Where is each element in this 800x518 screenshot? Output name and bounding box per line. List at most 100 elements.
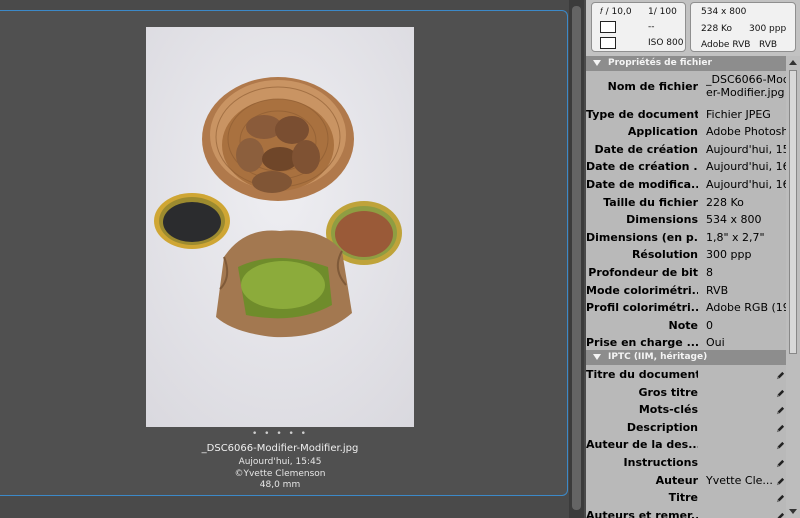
collapse-triangle-icon[interactable] xyxy=(593,60,601,66)
metadata-label: Gros titre xyxy=(638,385,698,399)
metadata-label: Nom de fichier xyxy=(607,80,698,93)
metadata-value[interactable]: RVB xyxy=(706,284,792,297)
metadata-label: Profil colorimétri... xyxy=(586,301,698,315)
metadata-scroll-thumb[interactable] xyxy=(789,70,797,354)
caption-filename: _DSC6066-Modifier-Modifier.jpg xyxy=(201,443,359,454)
metadata-label: Mots-clés xyxy=(638,403,698,417)
metadata-row: Taille du fichier 228 Ko xyxy=(586,195,786,213)
metadata-value[interactable]: Adobe RGB (19... xyxy=(706,301,792,314)
metadata-label: Instructions xyxy=(623,456,698,469)
scroll-down-icon[interactable] xyxy=(789,509,797,514)
metadata-label: Résolution xyxy=(631,248,698,262)
metadata-value[interactable]: Aujourd'hui, 16... xyxy=(706,160,792,173)
pencil-icon[interactable] xyxy=(776,389,785,398)
metadata-row: Auteur de la des... xyxy=(586,437,786,455)
metadata-label: Auteur xyxy=(655,473,698,487)
metadata-value[interactable]: 0 xyxy=(706,319,792,332)
metadata-row: Résolution 300 ppp xyxy=(586,247,786,265)
metadata-row: Nom de fichier _DSC6066-Modifi er-Modifie… xyxy=(586,72,786,99)
section-file-properties[interactable]: Propriétés de fichier xyxy=(586,56,786,71)
metadata-label: Application xyxy=(627,125,698,139)
metadata-placard: 𝑓 / 10,0 1/ 100 -- ISO 800 534 x 800 228… xyxy=(586,0,800,56)
section-iptc[interactable]: IPTC (IIM, héritage) xyxy=(586,350,786,365)
metadata-label: Taille du fichier xyxy=(603,195,698,209)
metadata-scrollbar[interactable] xyxy=(786,56,800,518)
metadata-value[interactable]: Aujourd'hui, 15... xyxy=(706,143,792,156)
size-value: 228 Ko xyxy=(701,24,732,34)
metadata-label: Prise en charge ... xyxy=(586,336,698,350)
metadata-value[interactable]: Oui xyxy=(706,336,792,349)
metadata-row: Auteur Yvette Cle... xyxy=(586,473,786,491)
metadata-row: Titre xyxy=(586,490,786,508)
caption-focal-length: 48,0 mm xyxy=(259,480,301,490)
metadata-row: Mode colorimétri... RVB xyxy=(586,283,786,301)
metadata-row: Dimensions (en p... 1,8" x 2,7" xyxy=(586,230,786,248)
metadata-row: Gros titre xyxy=(586,385,786,403)
metadata-value[interactable]: 1,8" x 2,7" xyxy=(706,231,792,244)
metadata-label: Mode colorimétri... xyxy=(586,283,698,297)
mode-value: RVB xyxy=(759,40,778,50)
pencil-icon[interactable] xyxy=(776,477,785,486)
pencil-icon[interactable] xyxy=(776,459,785,468)
pencil-icon[interactable] xyxy=(776,512,785,518)
metadata-label: Note xyxy=(668,318,698,332)
metadata-label: Dimensions xyxy=(626,213,698,227)
metadata-row: Profondeur de bit 8 xyxy=(586,265,786,283)
image-data-box: 534 x 800 228 Ko 300 ppp Adobe RVB RVB xyxy=(690,2,796,52)
section-title: Propriétés de fichier xyxy=(608,58,712,68)
pencil-icon[interactable] xyxy=(776,371,785,380)
shutter-value: 1/ 100 xyxy=(648,7,677,17)
metadata-row: Type de document Fichier JPEG xyxy=(586,107,786,125)
caption-author: ©Yvette Clemenson xyxy=(234,469,326,479)
pencil-icon[interactable] xyxy=(776,406,785,415)
preview-panel: • • • • • _DSC6066-Modifier-Modifier.jpg… xyxy=(0,10,568,496)
profile-value: Adobe RVB xyxy=(701,40,751,50)
metadata-label: Type de document xyxy=(586,107,698,121)
resolution-value: 300 ppp xyxy=(749,24,787,34)
metadata-row: Date de création Aujourd'hui, 15... xyxy=(586,142,792,160)
metadata-row: Instructions xyxy=(586,455,786,473)
aperture-value: 𝑓 / 10,0 xyxy=(600,7,632,17)
metadata-value[interactable]: Adobe Photosh... xyxy=(706,125,792,138)
metadata-label: Dimensions (en p... xyxy=(586,230,698,244)
metadata-row: Date de modifica... Aujourd'hui, 16... xyxy=(586,177,792,195)
metadata-label: Profondeur de bit xyxy=(588,266,698,279)
iso-value: ISO 800 xyxy=(648,38,684,48)
metadata-label: Titre xyxy=(668,491,698,505)
metadata-row: Application Adobe Photosh... xyxy=(586,124,792,142)
metadata-row: Date de création ... Aujourd'hui, 16... xyxy=(586,159,792,177)
metadata-value[interactable]: Aujourd'hui, 16... xyxy=(706,178,792,191)
metadata-row: Note 0 xyxy=(586,318,786,336)
metadata-row: Auteurs et remer... xyxy=(586,508,786,518)
preview-scroll-thumb[interactable] xyxy=(572,6,581,510)
camera-data-box: 𝑓 / 10,0 1/ 100 -- ISO 800 xyxy=(591,2,686,52)
caption-date: Aujourd'hui, 15:45 xyxy=(238,457,322,467)
preview-scrollbar[interactable] xyxy=(569,0,584,518)
metadata-value[interactable]: 228 Ko xyxy=(706,196,792,209)
metadata-row: Profil colorimétri... Adobe RGB (19... xyxy=(586,300,792,318)
metadata-label: Titre du document xyxy=(586,368,698,381)
metadata-row: Titre du document xyxy=(586,367,786,385)
pencil-icon[interactable] xyxy=(776,494,785,503)
dimensions-value: 534 x 800 xyxy=(701,7,747,17)
scroll-up-icon[interactable] xyxy=(789,60,797,65)
metadata-value[interactable]: 8 xyxy=(706,266,792,279)
photo-still-life xyxy=(146,27,414,427)
metadata-value[interactable]: 534 x 800 xyxy=(706,213,792,226)
metadata-label: Date de création xyxy=(594,142,698,156)
metadata-panel: 𝑓 / 10,0 1/ 100 -- ISO 800 534 x 800 228… xyxy=(586,0,800,518)
metadata-row: Mots-clés xyxy=(586,402,786,420)
preview-image[interactable] xyxy=(146,27,414,427)
pencil-icon[interactable] xyxy=(776,424,785,433)
metadata-value[interactable]: 300 ppp xyxy=(706,248,792,261)
rating-dots[interactable]: • • • • • xyxy=(146,429,414,439)
collapse-triangle-icon[interactable] xyxy=(593,354,601,360)
metadata-row: Dimensions 534 x 800 xyxy=(586,212,786,230)
metadata-label: Auteur de la des... xyxy=(586,438,698,452)
metadata-value[interactable]: _DSC6066-Modifi er-Modifier.jpg xyxy=(706,73,786,99)
metadata-label: Date de modifica... xyxy=(586,178,698,191)
metadata-value[interactable]: Fichier JPEG xyxy=(706,108,792,121)
pencil-icon[interactable] xyxy=(776,441,785,450)
exposure-bias: -- xyxy=(648,22,655,32)
metadata-label: Description xyxy=(626,420,698,434)
